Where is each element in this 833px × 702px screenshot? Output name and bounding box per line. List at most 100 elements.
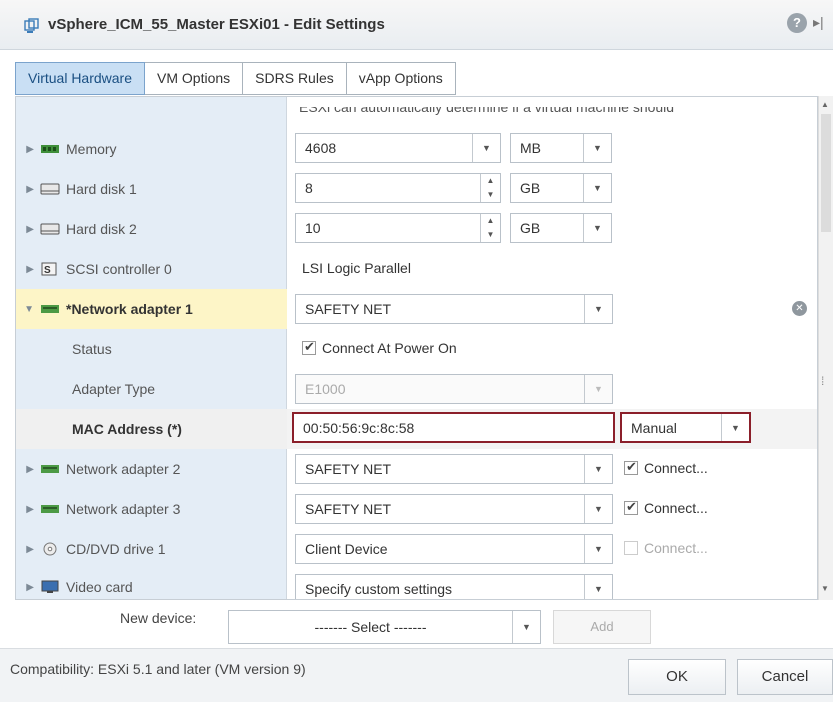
chevron-down-icon[interactable]: ▼ — [583, 174, 611, 202]
row-memory: ▶ Memory 4608 ▼ MB ▼ — [16, 129, 817, 169]
video-card-value: Specify custom settings — [305, 581, 453, 597]
chevron-down-icon[interactable]: ▼ — [584, 495, 612, 523]
video-card-label-cell[interactable]: ▶ Video card — [16, 569, 287, 599]
ok-button[interactable]: OK — [628, 659, 726, 695]
help-icon[interactable]: ? — [787, 13, 807, 33]
expand-arrow-icon[interactable]: ▶ — [16, 144, 34, 155]
svg-text:S: S — [44, 265, 51, 276]
cd-dvd-label: CD/DVD drive 1 — [66, 541, 166, 557]
chevron-down-icon[interactable]: ▼ — [583, 134, 611, 162]
memory-icon — [41, 145, 59, 153]
video-card-select[interactable]: Specify custom settings ▼ — [295, 574, 613, 599]
row-mac-address: MAC Address (*) 00:50:56:9c:8c:58 Manual… — [16, 409, 817, 449]
chevron-down-icon[interactable]: ▼ — [584, 575, 612, 599]
chevron-down-icon[interactable]: ▼ — [584, 295, 612, 323]
network-adapter-1-network-select[interactable]: SAFETY NET ▼ — [295, 294, 613, 324]
mac-address-mode-select[interactable]: Manual ▼ — [620, 412, 751, 443]
window-title: vSphere_ICM_55_Master ESXi01 - Edit Sett… — [48, 16, 385, 33]
add-device-button[interactable]: Add — [553, 610, 651, 644]
scsi-label-cell[interactable]: ▶ S SCSI controller 0 — [16, 249, 287, 289]
cd-dvd-label-cell[interactable]: ▶ CD/DVD drive 1 — [16, 529, 287, 569]
footer: Compatibility: ESXi 5.1 and later (VM ve… — [0, 648, 833, 702]
chevron-down-icon[interactable]: ▼ — [512, 611, 540, 643]
network-adapter-2-connect[interactable]: Connect... — [624, 459, 708, 476]
chevron-down-icon[interactable]: ▼ — [472, 134, 500, 162]
spinner-icon[interactable]: ▲ ▼ — [480, 214, 500, 242]
remove-device-icon[interactable]: ✕ — [792, 301, 807, 316]
vertical-scrollbar[interactable]: ▲ ▼ — [818, 96, 833, 600]
hard-disk-2-label: Hard disk 2 — [66, 221, 137, 237]
hard-disk-icon — [40, 223, 60, 235]
cd-dvd-connect: Connect... — [624, 540, 708, 556]
tab-vm-options[interactable]: VM Options — [145, 62, 244, 95]
hard-disk-1-label-cell[interactable]: ▶ Hard disk 1 — [16, 169, 287, 209]
hard-disk-1-unit: GB — [520, 180, 541, 196]
tab-sdrs-rules[interactable]: SDRS Rules — [243, 62, 347, 95]
adapter-type-label: Adapter Type — [72, 381, 156, 397]
mac-address-value: 00:50:56:9c:8c:58 — [303, 420, 415, 436]
connect-at-power-on-checkbox[interactable] — [302, 339, 316, 355]
expand-arrow-icon[interactable]: ▶ — [16, 224, 34, 235]
expand-icon[interactable]: ▸| — [813, 14, 824, 31]
new-device-select[interactable]: ------- Select ------- ▼ — [228, 610, 541, 644]
expand-arrow-icon[interactable]: ▶ — [16, 504, 34, 515]
mac-address-label: MAC Address (*) — [16, 409, 287, 449]
cd-dvd-select[interactable]: Client Device ▼ — [295, 534, 613, 564]
network-adapter-2-label: Network adapter 2 — [66, 461, 181, 477]
hard-disk-2-unit: GB — [520, 220, 541, 236]
network-adapter-3-connect[interactable]: Connect... — [624, 499, 708, 516]
tab-vapp-options[interactable]: vApp Options — [346, 62, 456, 95]
hard-disk-2-size-input[interactable]: 10 ▲ ▼ — [295, 213, 501, 243]
network-adapter-2-connect-checkbox[interactable] — [624, 459, 638, 475]
tab-virtual-hardware[interactable]: Virtual Hardware — [15, 62, 146, 95]
network-adapter-3-label-cell[interactable]: ▶ Network adapter 3 — [16, 489, 287, 529]
spinner-icon[interactable]: ▲ ▼ — [480, 174, 500, 202]
connect-at-power-on[interactable]: Connect At Power On — [302, 339, 457, 356]
network-adapter-2-network-select[interactable]: SAFETY NET ▼ — [295, 454, 613, 484]
collapse-arrow-icon[interactable]: ▼ — [16, 304, 34, 315]
expand-arrow-icon[interactable]: ▶ — [16, 184, 34, 195]
network-adapter-3-connect-checkbox[interactable] — [624, 499, 638, 515]
scroll-thumb[interactable] — [821, 114, 831, 232]
hard-disk-2-label-cell[interactable]: ▶ Hard disk 2 — [16, 209, 287, 249]
hard-disk-1-unit-select[interactable]: GB ▼ — [510, 173, 612, 203]
network-adapter-1-label-cell[interactable]: ▼ *Network adapter 1 — [16, 289, 287, 329]
cancel-button[interactable]: Cancel — [737, 659, 833, 695]
network-adapter-2-network: SAFETY NET — [305, 461, 392, 477]
row-video-card: ▶ Video card Specify custom settings ▼ — [16, 569, 817, 599]
hard-disk-2-unit-select[interactable]: GB ▼ — [510, 213, 612, 243]
row-hard-disk-2: ▶ Hard disk 2 10 ▲ ▼ GB ▼ — [16, 209, 817, 249]
mac-address-input[interactable]: 00:50:56:9c:8c:58 — [292, 412, 615, 443]
new-device-bar: New device: ------- Select ------- ▼ Add — [0, 600, 818, 645]
network-adapter-1-network: SAFETY NET — [305, 301, 392, 317]
cd-dvd-icon — [43, 542, 57, 556]
memory-unit: MB — [520, 140, 541, 156]
network-adapter-2-label-cell[interactable]: ▶ Network adapter 2 — [16, 449, 287, 489]
chevron-down-icon[interactable]: ▼ — [583, 214, 611, 242]
scroll-down-icon[interactable]: ▼ — [821, 584, 829, 593]
expand-arrow-icon[interactable]: ▶ — [16, 264, 34, 275]
expand-arrow-icon[interactable]: ▶ — [16, 582, 34, 593]
hard-disk-2-value: 10 — [305, 220, 321, 236]
resize-grip-icon[interactable]: ⁞ — [821, 374, 824, 388]
chevron-down-icon[interactable]: ▼ — [721, 414, 749, 441]
chevron-down-icon[interactable]: ▼ — [584, 455, 612, 483]
title-bar: vSphere_ICM_55_Master ESXi01 - Edit Sett… — [0, 0, 833, 50]
expand-arrow-icon[interactable]: ▶ — [16, 464, 34, 475]
network-adapter-3-network-select[interactable]: SAFETY NET ▼ — [295, 494, 613, 524]
tab-bar: Virtual Hardware VM Options SDRS Rules v… — [15, 62, 456, 95]
hard-disk-icon — [40, 183, 60, 195]
expand-arrow-icon[interactable]: ▶ — [16, 544, 34, 555]
scroll-up-icon[interactable]: ▲ — [821, 100, 829, 109]
new-device-label: New device: — [120, 610, 197, 626]
memory-input[interactable]: 4608 ▼ — [295, 133, 501, 163]
connect-at-power-on-label: Connect At Power On — [322, 340, 457, 356]
memory-label-cell[interactable]: ▶ Memory — [16, 129, 287, 169]
hard-disk-1-size-input[interactable]: 8 ▲ ▼ — [295, 173, 501, 203]
chevron-down-icon[interactable]: ▼ — [584, 535, 612, 563]
network-adapter-icon — [41, 465, 59, 473]
adapter-type-value: E1000 — [305, 381, 346, 397]
memory-unit-select[interactable]: MB ▼ — [510, 133, 612, 163]
chevron-down-icon: ▼ — [584, 375, 612, 403]
scsi-value: LSI Logic Parallel — [302, 260, 411, 276]
